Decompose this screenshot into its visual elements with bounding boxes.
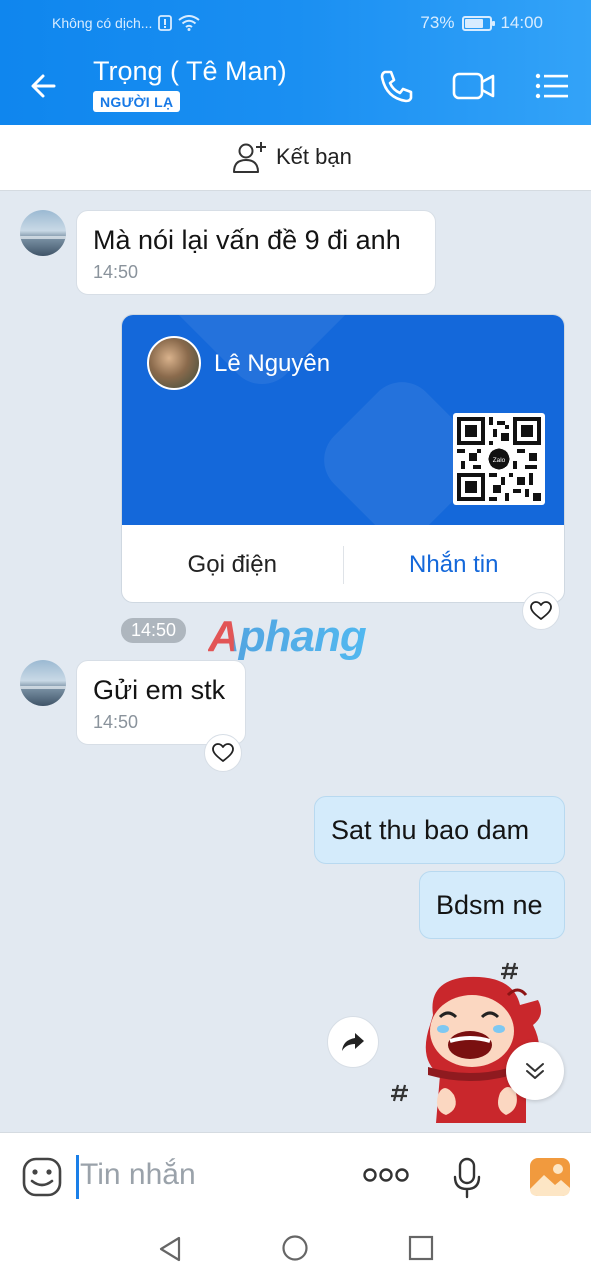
stranger-badge: NGƯỜI LẠ bbox=[93, 91, 181, 112]
status-left: Không có dịch... bbox=[52, 15, 201, 31]
system-nav-bar bbox=[0, 1218, 591, 1280]
hash-mark bbox=[391, 1084, 408, 1102]
time-stamp: 14:50 bbox=[121, 618, 187, 643]
hash-mark bbox=[501, 962, 518, 980]
contact-card-header: Lê Nguyên Zalo bbox=[122, 315, 564, 525]
back-arrow-icon[interactable] bbox=[24, 66, 64, 106]
message-text: Sat thu bao dam bbox=[331, 814, 530, 845]
text-cursor bbox=[76, 1155, 79, 1199]
message-button[interactable]: Nhắn tin bbox=[344, 551, 565, 579]
scroll-down-icon bbox=[526, 1063, 544, 1079]
laughing-sticker[interactable] bbox=[388, 955, 548, 1130]
message-text: Bdsm ne bbox=[436, 889, 543, 920]
battery-icon bbox=[462, 15, 496, 31]
heart-icon bbox=[530, 601, 552, 620]
image-icon[interactable] bbox=[529, 1157, 571, 1197]
own-message-bubble[interactable]: Bdsm ne bbox=[419, 871, 565, 939]
more-icon[interactable] bbox=[362, 1167, 410, 1183]
phone-icon[interactable] bbox=[376, 68, 416, 104]
contact-card-actions: Gọi điện Nhắn tin bbox=[122, 525, 565, 602]
video-call-icon[interactable] bbox=[452, 68, 496, 104]
message-bubble[interactable]: Mà nói lại vấn đề 9 đi anh 14:50 bbox=[76, 210, 436, 295]
wifi-icon bbox=[178, 15, 201, 31]
nav-home-icon[interactable] bbox=[281, 1234, 309, 1262]
scroll-down-button[interactable] bbox=[506, 1042, 564, 1100]
top-bar: Không có dịch... 73% 14:00 Trọng ( Tê Ma… bbox=[0, 0, 591, 125]
chat-header: Trọng ( Tê Man) NGƯỜI LẠ bbox=[0, 46, 591, 125]
qr-code[interactable]: Zalo bbox=[453, 413, 545, 505]
status-bar: Không có dịch... 73% 14:00 bbox=[0, 0, 591, 46]
emoji-icon[interactable] bbox=[22, 1157, 62, 1197]
message-time: 14:50 bbox=[93, 262, 139, 282]
add-friend-bar: Kết bạn bbox=[0, 125, 591, 191]
nav-recents-icon[interactable] bbox=[408, 1235, 434, 1261]
heart-icon bbox=[212, 743, 234, 762]
qr-code-image: Zalo bbox=[457, 417, 541, 501]
sender-avatar[interactable] bbox=[20, 210, 66, 256]
share-forward-button[interactable] bbox=[327, 1016, 379, 1068]
react-heart-button[interactable] bbox=[204, 734, 242, 772]
contact-title[interactable]: Trọng ( Tê Man) bbox=[93, 56, 287, 87]
share-forward-icon bbox=[342, 1033, 364, 1051]
contact-name: Lê Nguyên bbox=[214, 350, 331, 377]
clock: 14:00 bbox=[500, 13, 543, 32]
add-friend-label: Kết bạn bbox=[276, 144, 352, 169]
contact-avatar bbox=[147, 336, 201, 390]
message-bubble[interactable]: Gửi em stk 14:50 bbox=[76, 660, 246, 745]
sender-avatar[interactable] bbox=[20, 660, 66, 706]
watermark-logo: Aphang bbox=[208, 612, 367, 661]
own-message-bubble[interactable]: Sat thu bao dam bbox=[314, 796, 565, 864]
contact-card[interactable]: Lê Nguyên Zalo Gọi điện Nhắn tin bbox=[121, 314, 565, 603]
message-text: Gửi em stk bbox=[93, 675, 226, 705]
qr-label: Zalo bbox=[493, 457, 506, 464]
react-heart-button[interactable] bbox=[522, 592, 560, 630]
battery-fill bbox=[465, 18, 483, 28]
message-time: 14:50 bbox=[93, 712, 139, 732]
battery-percent: 73% bbox=[420, 13, 455, 32]
status-right: 73% 14:00 bbox=[420, 13, 543, 33]
nav-back-icon[interactable] bbox=[157, 1235, 183, 1263]
add-friend-button[interactable]: Kết bạn bbox=[232, 140, 352, 174]
call-button[interactable]: Gọi điện bbox=[122, 551, 343, 579]
alert-icon bbox=[158, 15, 173, 31]
menu-list-icon[interactable] bbox=[532, 68, 572, 104]
microphone-icon[interactable] bbox=[452, 1157, 482, 1199]
message-input-bar: Tin nhắn bbox=[0, 1132, 591, 1218]
message-input[interactable]: Tin nhắn bbox=[80, 1158, 196, 1192]
message-text: Mà nói lại vấn đề 9 đi anh bbox=[93, 225, 401, 255]
carrier-text: Không có dịch... bbox=[52, 15, 153, 31]
add-friend-icon bbox=[233, 142, 266, 173]
